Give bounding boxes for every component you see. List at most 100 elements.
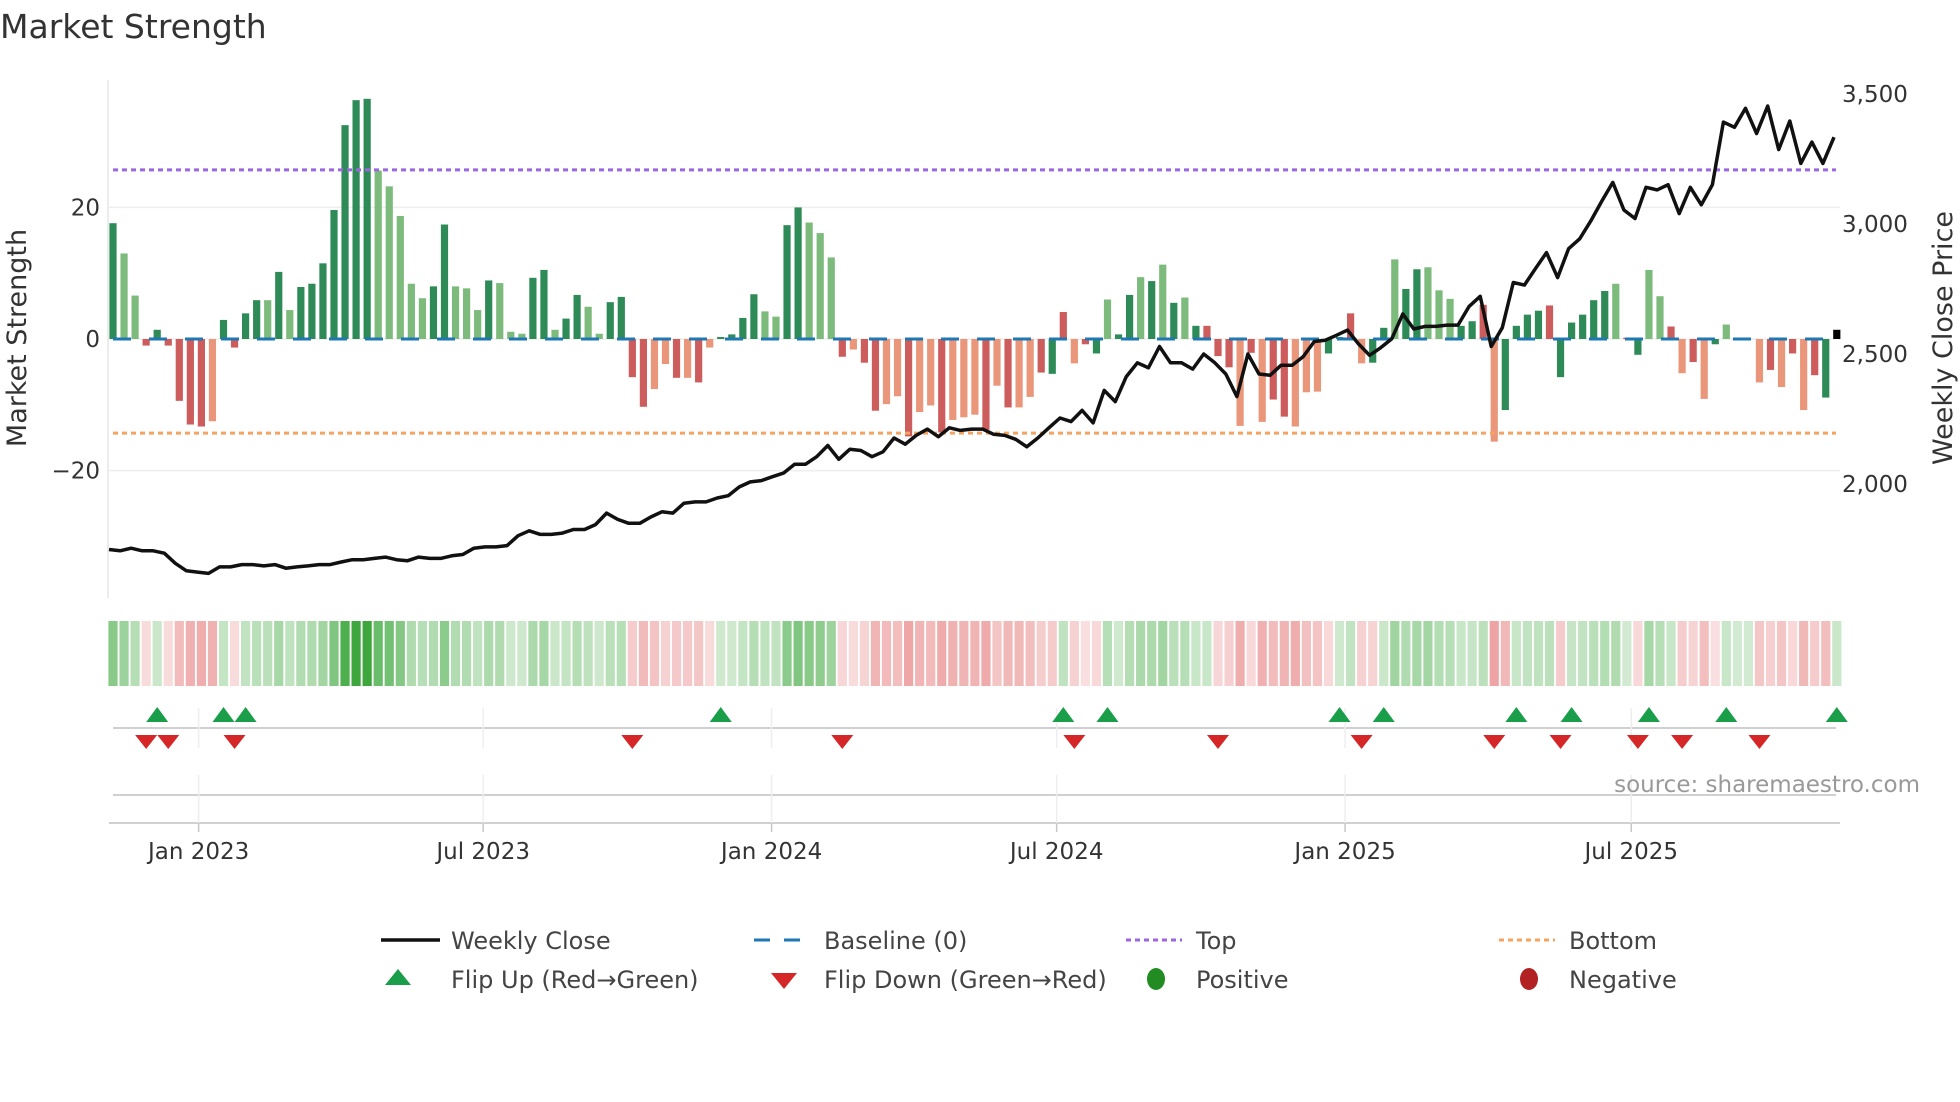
strip-cell [1544, 621, 1555, 686]
strip-cell [1633, 621, 1643, 686]
flip-up-triangle-icon [385, 969, 411, 985]
y-tick-label: 20 [71, 195, 100, 221]
strip-cell [1069, 621, 1079, 686]
strip-cell [881, 621, 892, 686]
strip-cell [870, 621, 881, 686]
strip-cell [406, 621, 416, 686]
bar-positive [396, 215, 404, 339]
bar-negative [208, 339, 217, 422]
strip-cell [1710, 621, 1720, 686]
strip-cell [174, 621, 184, 686]
bar-negative [1689, 339, 1697, 363]
legend-top: Top [1195, 927, 1237, 955]
bar-positive [1446, 298, 1454, 339]
strip-cell [815, 621, 825, 686]
strip-cell [218, 621, 229, 686]
bar-negative [1070, 339, 1078, 364]
bar-positive [1645, 269, 1653, 339]
bar-positive [1656, 296, 1664, 339]
strip-cell [1622, 621, 1632, 686]
strip-cell [749, 621, 759, 686]
strip-cell [892, 621, 903, 686]
strip-cell [694, 621, 704, 686]
source-label: source: sharemaestro.com [1614, 772, 1920, 798]
bar-positive [783, 225, 791, 339]
strip-cell [119, 621, 129, 686]
bar-negative [1258, 339, 1266, 422]
strip-cell [1257, 621, 1267, 686]
strip-cell [1555, 621, 1566, 686]
bar-positive [1059, 312, 1067, 339]
bar-positive [1722, 324, 1730, 339]
strip-cell [1235, 621, 1245, 686]
strip-cell [1368, 621, 1378, 686]
bar-negative [1700, 339, 1708, 399]
bar-positive [1612, 283, 1620, 339]
bar-positive [1103, 299, 1112, 339]
bar-negative [1777, 339, 1786, 388]
x-tick-label: Jan 2025 [1292, 839, 1395, 865]
strip-cell [1699, 621, 1709, 686]
bar-positive [540, 269, 548, 339]
strip-cell [1732, 621, 1742, 686]
bar-positive [617, 296, 625, 339]
strip-cell [473, 621, 483, 686]
strip-cell [1113, 621, 1124, 686]
bar-positive [1468, 321, 1476, 339]
flip-down-marker [831, 735, 854, 749]
bar-negative [938, 339, 946, 433]
flip-up-marker [1096, 707, 1119, 722]
legend-baseline: Baseline (0) [824, 927, 967, 955]
strip-cell [572, 621, 582, 686]
bar-negative [1313, 339, 1322, 392]
legend-negative: Negative [1569, 966, 1677, 994]
strip-cell [517, 621, 527, 686]
bar-positive [1523, 314, 1531, 339]
x-tick-label: Jul 2024 [1008, 839, 1104, 865]
strip-cell [660, 621, 671, 686]
strip-cell [417, 621, 427, 686]
flip-up-marker [1328, 707, 1351, 722]
bar-negative [1822, 339, 1830, 398]
strip-cell [1765, 621, 1776, 686]
x-tick-label: Jan 2024 [719, 839, 822, 865]
bar-negative [706, 339, 714, 348]
bar-negative [1214, 339, 1222, 357]
bar-positive [794, 207, 802, 339]
bar-positive [330, 210, 338, 339]
strip-cell [318, 621, 328, 686]
strip-cell [1268, 621, 1278, 686]
strip-cell [981, 621, 991, 686]
strip-cell [782, 621, 792, 686]
flip-up-marker [1052, 707, 1075, 722]
bar-negative [1280, 339, 1288, 417]
bar-negative [1490, 339, 1498, 442]
strip-cell [1655, 621, 1665, 686]
strip-cell [384, 621, 394, 686]
strip-cell [185, 621, 195, 686]
bar-positive [319, 263, 327, 339]
strip-cell [1091, 621, 1102, 686]
bar-positive [1579, 314, 1587, 339]
strip-cell [1489, 621, 1499, 686]
strength-bars [109, 98, 1841, 442]
strip-cell [1169, 621, 1179, 686]
flip-down-marker [1350, 735, 1373, 749]
bar-positive [1512, 325, 1520, 339]
bar-positive [352, 100, 360, 340]
bar-positive [1457, 325, 1465, 339]
bar-negative [1811, 339, 1819, 376]
strip-cell [241, 621, 251, 686]
strip-cell [1776, 621, 1787, 686]
chart-title: Market Strength [0, 7, 267, 46]
strip-cell [484, 621, 494, 686]
strip-cell [373, 621, 383, 686]
bar-positive [1203, 325, 1211, 339]
bar-positive [584, 306, 592, 339]
strip-cell [1158, 621, 1168, 686]
negative-dot-icon [1520, 968, 1538, 990]
strip-cell [594, 621, 604, 686]
strip-cell [252, 621, 262, 686]
bar-positive [429, 286, 438, 339]
strip-cell [915, 621, 925, 686]
